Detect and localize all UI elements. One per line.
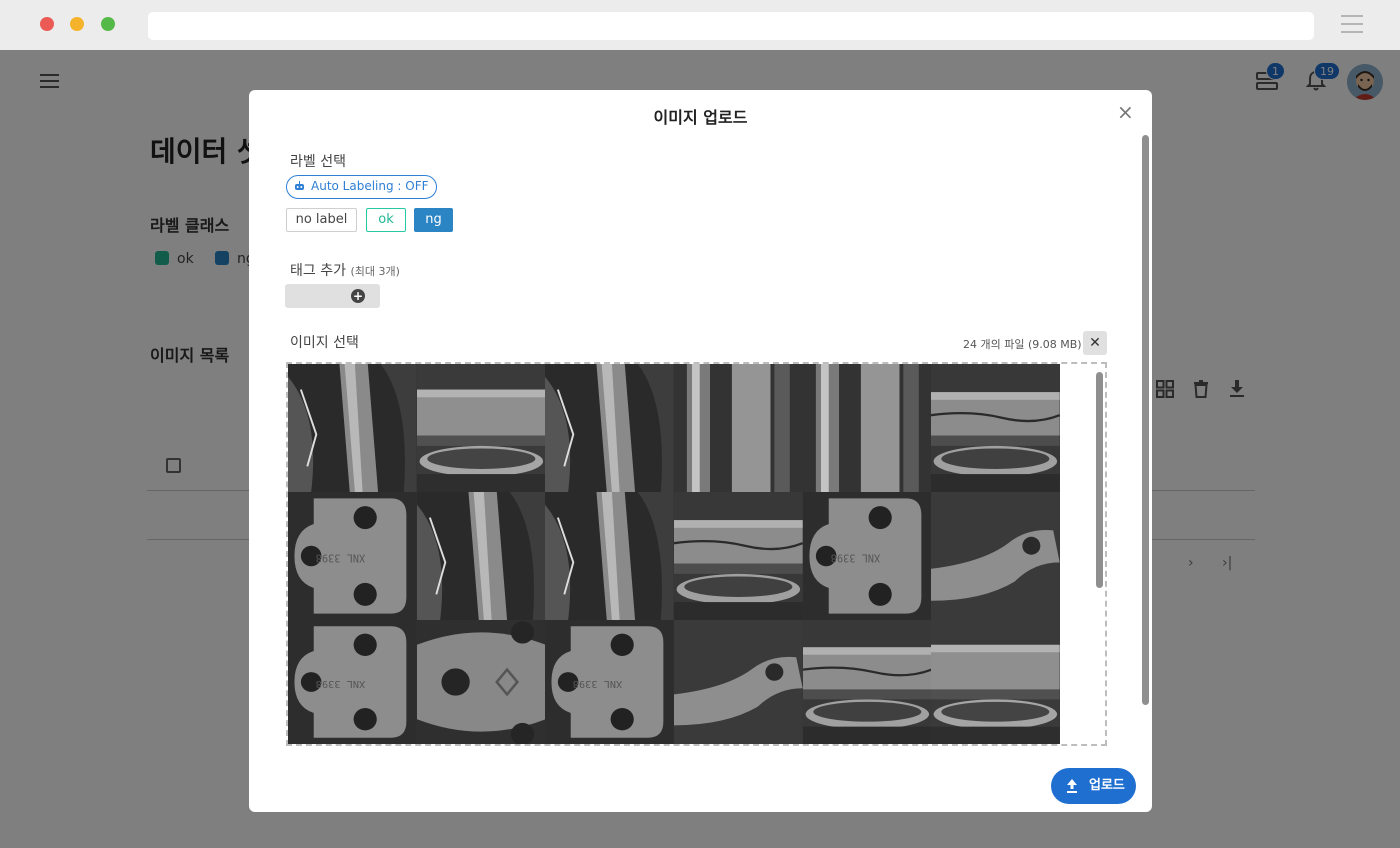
browser-toolbar: [0, 0, 1400, 50]
auto-labeling-label: Auto Labeling : OFF: [311, 179, 429, 193]
thumbnail-crack-arm[interactable]: [545, 492, 674, 620]
file-count-info: 24 개의 파일 (9.08 MB): [963, 338, 1082, 351]
clear-files-button[interactable]: ✕: [1083, 331, 1107, 355]
svg-text:XNL 3398: XNL 3398: [316, 678, 366, 689]
upload-button[interactable]: 업로드: [1051, 768, 1136, 804]
thumbnail-grid: XNL 3398 XNL 3398 XNL 3398 XNL 3398: [288, 364, 1060, 744]
auto-labeling-toggle[interactable]: Auto Labeling : OFF: [286, 175, 437, 199]
maximize-window-button[interactable]: [101, 17, 115, 31]
image-upload-modal: 이미지 업로드 × 라벨 선택 Auto Labeling : OFF no l…: [249, 90, 1152, 812]
browser-menu-icon[interactable]: [1341, 15, 1363, 33]
ok-label-button[interactable]: ok: [366, 208, 406, 232]
dropzone-scrollbar[interactable]: [1096, 372, 1103, 588]
svg-text:XNL 3398: XNL 3398: [830, 552, 880, 564]
thumbnail-crack-arm[interactable]: [416, 492, 546, 620]
thumbnail-flange-part[interactable]: XNL 3398: [545, 620, 674, 744]
label-select-title: 라벨 선택: [290, 154, 346, 170]
upload-icon: [1067, 779, 1077, 793]
image-dropzone[interactable]: XNL 3398 XNL 3398 XNL 3398 XNL 3398: [286, 362, 1107, 746]
thumbnail-link-arm[interactable]: [931, 492, 1060, 620]
thumbnail-flange-diamond[interactable]: [416, 620, 546, 744]
image-select-title: 이미지 선택: [290, 335, 359, 351]
upload-label: 업로드: [1089, 778, 1125, 793]
thumbnail-link-arm[interactable]: [673, 620, 803, 744]
thumbnail-bearing-ring[interactable]: [416, 364, 546, 492]
add-tag-button[interactable]: +: [285, 284, 380, 308]
thumbnail-bearing-ring-crack[interactable]: [931, 364, 1060, 492]
plus-icon: +: [351, 289, 365, 303]
close-window-button[interactable]: [40, 17, 54, 31]
tag-add-label: 태그 추가: [290, 263, 346, 279]
thumbnail-flange-part[interactable]: XNL 3398: [288, 620, 417, 744]
thumbnail-bearing-ring-crack[interactable]: [673, 492, 803, 620]
thumbnail-bearing-ring-crack[interactable]: [802, 620, 932, 744]
thumbnail-bearing-ring[interactable]: [931, 620, 1060, 744]
close-icon[interactable]: ×: [1117, 102, 1134, 122]
ng-label-button[interactable]: ng: [414, 208, 453, 232]
tag-hint: (최대 3개): [350, 265, 400, 278]
modal-title: 이미지 업로드: [653, 108, 748, 127]
tag-add-title: 태그 추가 (최대 3개): [290, 260, 400, 280]
svg-text:XNL 3398: XNL 3398: [573, 678, 623, 689]
thumbnail-ring-side[interactable]: [802, 364, 932, 492]
minimize-window-button[interactable]: [70, 17, 84, 31]
robot-icon: [295, 181, 304, 190]
thumbnail-flange-part[interactable]: XNL 3398: [802, 492, 932, 620]
svg-text:XNL 3398: XNL 3398: [316, 552, 366, 564]
modal-scrollbar[interactable]: [1142, 135, 1149, 705]
thumbnail-flange-part[interactable]: XNL 3398: [288, 492, 417, 620]
thumbnail-crack-arm[interactable]: [288, 364, 417, 492]
thumbnail-ring-side[interactable]: [673, 364, 803, 492]
address-bar[interactable]: [148, 12, 1314, 40]
thumbnail-crack-arm[interactable]: [545, 364, 674, 492]
no-label-button[interactable]: no label: [286, 208, 357, 232]
